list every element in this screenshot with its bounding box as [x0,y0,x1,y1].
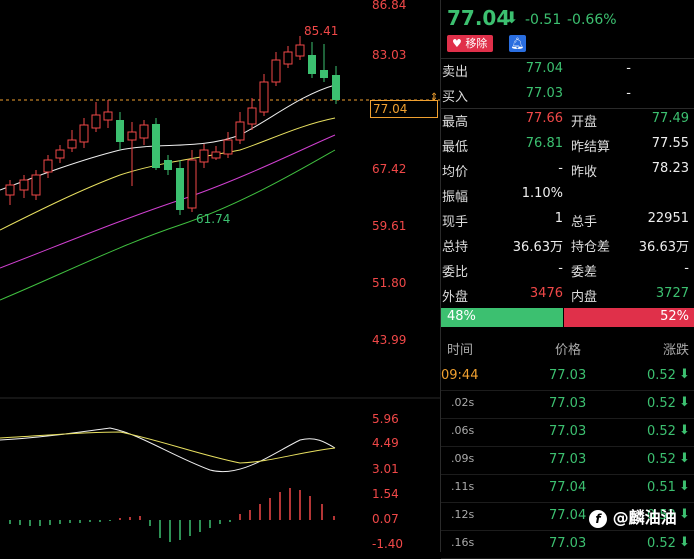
stat-row: 振幅 1.10% [442,186,563,205]
candle-body [55,149,65,159]
ask-row: 卖出 77.04 - [442,61,631,80]
y-label: 5.96 [372,412,399,426]
down-arrow-icon: ⬇ [505,8,519,27]
candle-body [91,114,101,129]
low-annotation: 61.74 [196,212,230,226]
tick-row: .06s 77.03 0.52 ⬇ [441,418,694,447]
down-arrow-icon: ⬇ [679,479,690,494]
tick-row: .11s 77.04 0.51 ⬇ [441,474,694,503]
candle-body [31,174,41,196]
candle-body [199,149,209,163]
candle-body [332,75,340,100]
y-label: 83.03 [372,48,407,62]
quote-panel: 77.04 ⬇ -0.51 -0.66% ♥ 移除 🔔︎ 卖出 77.04 - … [440,0,694,559]
tick-row: .16s 77.03 0.52 ⬇ [441,530,694,559]
y-label: 3.01 [372,462,399,476]
candle-body [164,160,172,170]
y-label: -1.40 [372,537,404,551]
candle-body [67,139,77,149]
candle-body [5,184,15,196]
stat-row: 最低 76.81 昨结算 77.55 [442,136,689,155]
stat-row: 均价 - 昨收 78.23 [442,161,689,180]
macd-histogram [9,488,335,542]
high-annotation: 85.41 [304,24,338,38]
tick-row: .09s 77.03 0.52 ⬇ [441,446,694,475]
y-label-top: 86.84 [372,0,407,12]
tick-row: 09:44 77.03 0.52 ⬇ [441,362,694,391]
candle-body [43,159,53,173]
ticks-header: 时间 价格 涨跌 [447,343,690,358]
down-arrow-icon: ⬇ [679,395,690,410]
stat-row: 现手 1 总手 22951 [442,211,689,230]
candle-body [116,120,124,142]
candle-body [103,111,113,121]
y-label: 1.54 [372,487,399,501]
down-arrow-icon: ⬇ [679,535,690,550]
candle-body [19,179,29,191]
y-label: 59.61 [372,219,407,233]
ma-line-magenta [0,134,336,269]
stat-row: 总持 36.63万 持仓差 36.63万 [442,240,689,255]
down-arrow-icon: ⬇ [679,367,690,382]
remove-favorite-button[interactable]: ♥ 移除 [447,35,493,52]
tick-row: .02s 77.03 0.52 ⬇ [441,390,694,419]
candle-body [259,81,269,113]
candle-body [139,124,149,139]
down-arrow-icon: ⬇ [679,451,690,466]
price-change-pct: -0.66% [567,12,617,28]
candle-body [247,107,257,125]
heart-icon: ♥ [452,37,462,50]
price-pin-icon: ⇕ [430,92,439,103]
candle-body [235,121,245,141]
candle-body [187,159,197,209]
buy-sell-ratio-bar: 48% 52% [441,308,694,327]
watermark: f @麟油油 [589,504,693,528]
candle-body [283,51,293,65]
candle-body [320,70,328,78]
candle-body [308,55,316,74]
candle-body [152,124,160,168]
candle-body [223,139,233,155]
y-label: 4.49 [372,436,399,450]
down-arrow-icon: ⬇ [679,423,690,438]
y-label: 0.07 [372,512,399,526]
macd-dea-line [0,431,336,464]
candles [5,36,340,215]
bell-icon[interactable]: 🔔︎ [509,35,526,52]
current-price-tag: 77.04 [370,100,438,118]
candle-body [176,168,184,210]
candle-body [127,131,137,141]
y-label: 51.80 [372,276,407,290]
stat-row: 最高 77.66 开盘 77.49 [442,111,689,130]
candle-body [211,151,221,159]
candle-body [295,44,305,57]
price-change: -0.51 [525,12,562,28]
y-label: 43.99 [372,333,407,347]
candle-body [79,124,89,143]
candle-body [271,59,281,83]
y-label: 67.42 [372,162,407,176]
stat-row: 委比 - 委差 - [442,261,689,280]
last-price: 77.04 [447,6,511,30]
